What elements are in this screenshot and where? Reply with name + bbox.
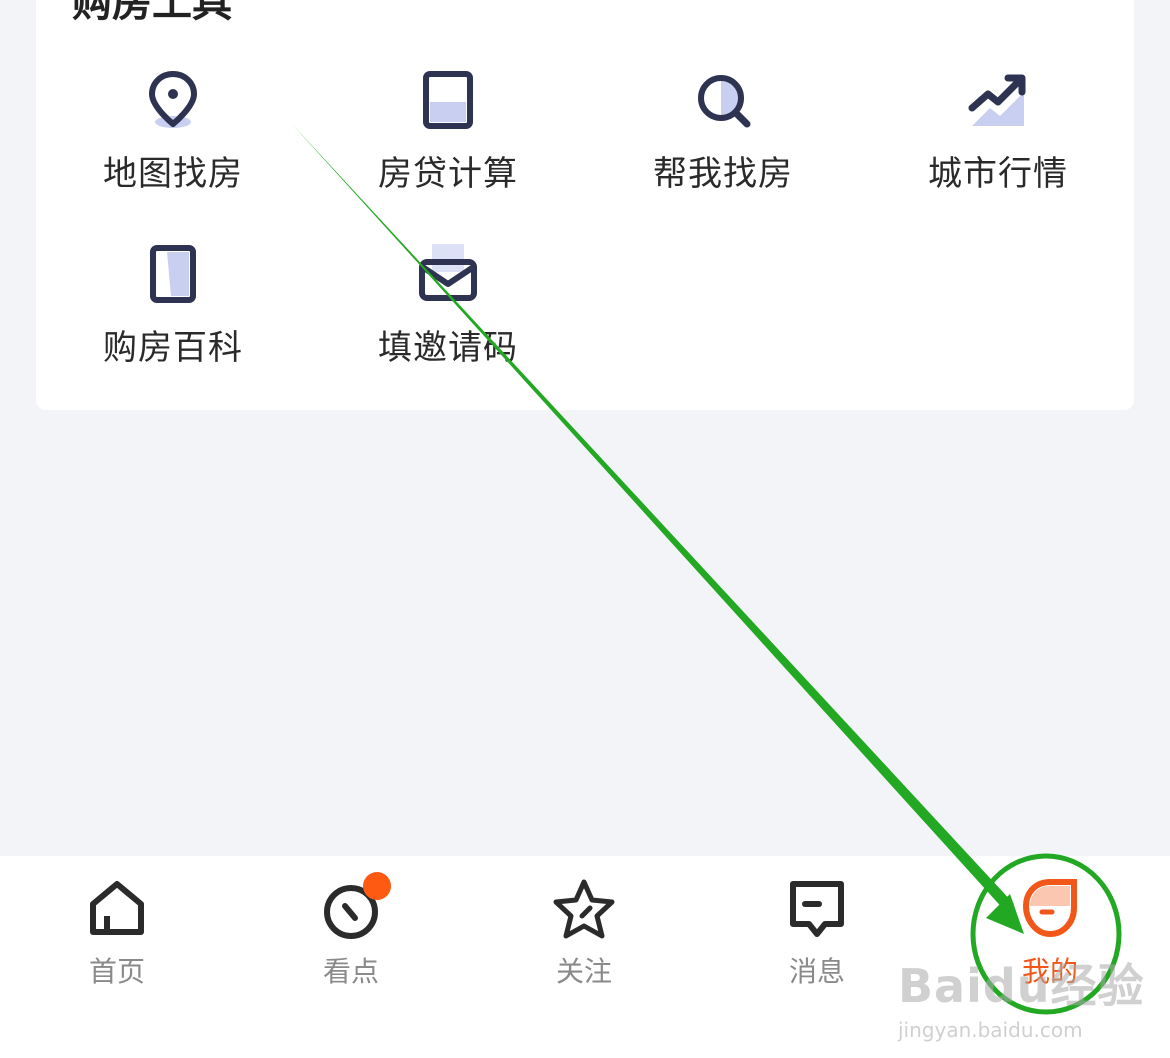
- tab-label: 关注: [555, 955, 612, 988]
- tool-label: 房贷计算: [378, 154, 518, 194]
- home-icon: [90, 881, 144, 935]
- tool-map-search[interactable]: 地图找房: [63, 68, 283, 195]
- tool-label: 填邀请码: [378, 328, 518, 368]
- tool-label: 城市行情: [928, 154, 1068, 194]
- tab-label: 首页: [88, 955, 145, 988]
- search-icon: [698, 75, 751, 128]
- section-title: 购房工具: [72, 0, 232, 26]
- tool-help-find[interactable]: 帮我找房: [613, 68, 833, 195]
- profile-icon: [1022, 879, 1077, 938]
- tab-label: 看点: [322, 955, 379, 988]
- envelope-icon: [419, 244, 477, 301]
- tab-mine[interactable]: 我的: [970, 876, 1130, 990]
- tab-home[interactable]: 首页: [37, 876, 197, 990]
- notification-badge: [363, 872, 391, 900]
- tab-discover[interactable]: 看点: [271, 872, 431, 990]
- tab-follow[interactable]: 关注: [504, 876, 664, 990]
- map-pin-icon: [149, 71, 197, 128]
- star-icon: [553, 879, 615, 939]
- tool-label: 地图找房: [103, 154, 243, 194]
- bottom-tab-bar: 首页 看点 关注 消息 我的: [0, 856, 1170, 1058]
- trend-chart-icon: [968, 74, 1026, 126]
- tool-label: 购房百科: [103, 328, 243, 368]
- message-icon: [790, 881, 844, 937]
- tool-label: 帮我找房: [653, 154, 793, 194]
- tool-mortgage-calc[interactable]: 房贷计算: [338, 68, 558, 195]
- tab-label: 消息: [788, 955, 845, 988]
- tool-city-market[interactable]: 城市行情: [888, 68, 1108, 195]
- book-icon: [150, 245, 196, 303]
- tool-encyclopedia[interactable]: 购房百科: [63, 242, 283, 369]
- tool-invite-code[interactable]: 填邀请码: [338, 242, 558, 369]
- tab-messages[interactable]: 消息: [737, 876, 897, 990]
- tab-label: 我的: [1021, 955, 1078, 988]
- calculator-icon: [423, 71, 473, 129]
